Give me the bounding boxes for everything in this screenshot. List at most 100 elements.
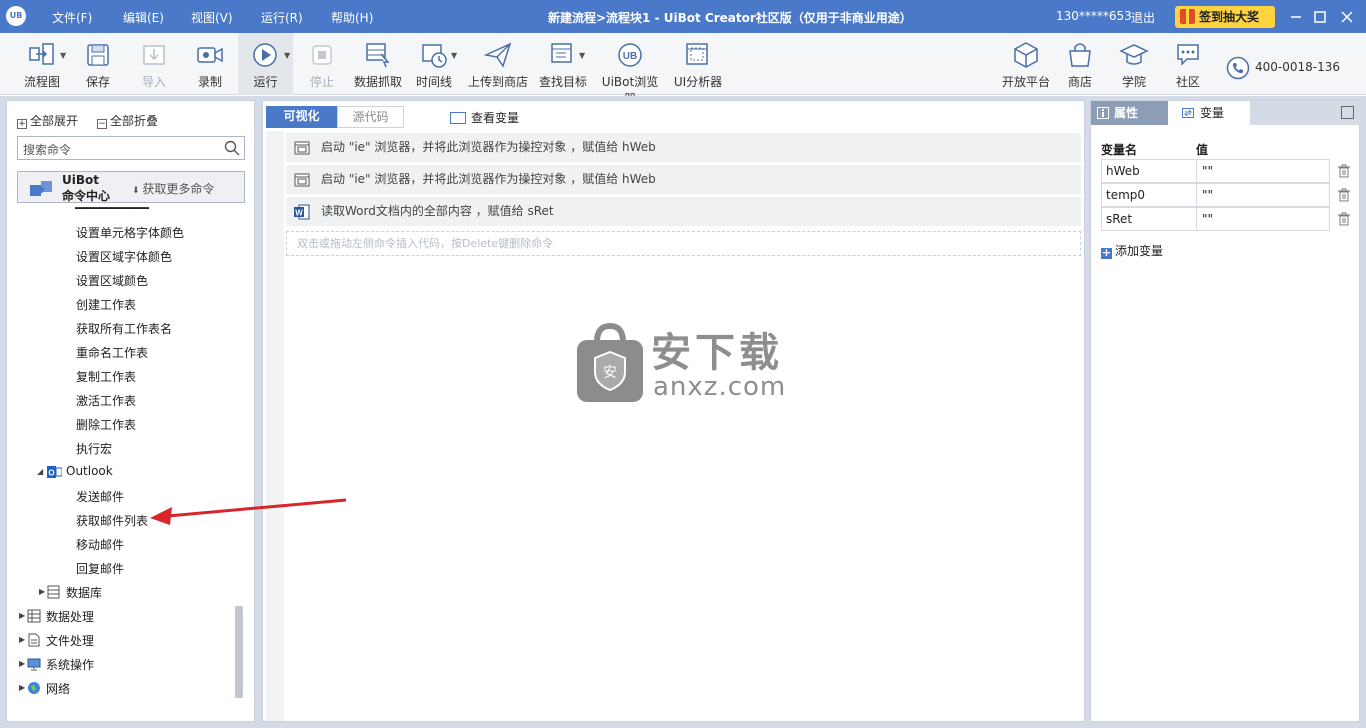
tree-expand-icon[interactable]: ▶: [19, 683, 25, 692]
variable-name[interactable]: sRet: [1102, 208, 1197, 230]
outlook-icon: O: [47, 466, 62, 478]
tree-item-run-macro[interactable]: 执行宏: [76, 440, 112, 457]
tree-item-set-range-font-color[interactable]: 设置区域字体颜色: [76, 248, 172, 265]
variable-name[interactable]: hWeb: [1102, 160, 1197, 182]
upload-store-button[interactable]: 上传到商店: [467, 33, 529, 95]
record-button[interactable]: 录制: [194, 33, 226, 95]
close-button[interactable]: [1334, 4, 1360, 30]
variable-row[interactable]: sRet "": [1101, 207, 1330, 231]
flowchart-button[interactable]: 流程图 ▼: [20, 33, 66, 95]
tree-group-data-processing[interactable]: 数据处理: [46, 608, 94, 625]
data-scrape-icon: [366, 43, 390, 68]
command-row[interactable]: 启动 "ie" 浏览器，并将此浏览器作为操控对象 ，赋值给 hWeb: [286, 133, 1081, 162]
tree-item-copy-sheet[interactable]: 复制工作表: [76, 368, 136, 385]
menu-edit[interactable]: 编辑(E): [123, 9, 164, 26]
import-icon: [143, 45, 165, 65]
timeline-button[interactable]: 时间线 ▼: [414, 33, 457, 95]
command-row[interactable]: 启动 "ie" 浏览器，并将此浏览器作为操控对象 ，赋值给 hWeb: [286, 165, 1081, 194]
menu-help[interactable]: 帮助(H): [331, 9, 373, 26]
tree-expand-icon[interactable]: ▶: [19, 635, 25, 644]
tree-item-reply-email[interactable]: 回复邮件: [76, 560, 124, 577]
tree-group-system-ops[interactable]: 系统操作: [46, 656, 94, 673]
tab-properties[interactable]: 属性: [1091, 101, 1168, 125]
tree-item-send-email[interactable]: 发送邮件: [76, 488, 124, 505]
tree-item-get-email-list[interactable]: 获取邮件列表: [76, 512, 148, 529]
command-row[interactable]: W 读取Word文档内的全部内容 ，赋值给 sRet: [286, 197, 1081, 226]
tree-item-set-cell-font-color[interactable]: 设置单元格字体颜色: [76, 224, 184, 241]
variable-value[interactable]: "": [1202, 208, 1213, 230]
academy-button[interactable]: 学院: [1118, 33, 1150, 95]
open-platform-button[interactable]: 开放平台: [1000, 33, 1052, 95]
variable-value[interactable]: "": [1202, 184, 1213, 206]
uibot-browser-button[interactable]: UB UiBot浏览器: [596, 33, 664, 106]
panel-scrollbar[interactable]: [235, 606, 243, 698]
svg-text:UB: UB: [623, 51, 637, 62]
find-target-button[interactable]: 查找目标 ▼: [537, 33, 589, 95]
menu-run[interactable]: 运行(R): [261, 9, 303, 26]
run-button[interactable]: 运行 ▼: [238, 33, 293, 95]
tree-item-rename-sheet[interactable]: 重命名工作表: [76, 344, 148, 361]
search-icon[interactable]: [224, 140, 240, 156]
expand-all-label: 全部展开: [30, 114, 79, 128]
menu-file[interactable]: 文件(F): [52, 9, 92, 26]
variable-row[interactable]: hWeb "": [1101, 159, 1330, 183]
stop-button[interactable]: 停止: [306, 33, 338, 95]
maximize-button[interactable]: [1307, 4, 1333, 30]
collapse-all-button[interactable]: − 全部折叠: [97, 112, 158, 129]
tree-group-database[interactable]: 数据库: [66, 584, 102, 601]
gift-icon: [1180, 9, 1195, 24]
trash-icon[interactable]: [1337, 212, 1351, 226]
tree-item-create-sheet[interactable]: 创建工作表: [76, 296, 136, 313]
import-button[interactable]: 导入: [138, 33, 170, 95]
store-button[interactable]: 商店: [1064, 33, 1096, 95]
drop-hint-area[interactable]: 双击或拖动左侧命令插入代码，按Delete键删除命令: [286, 231, 1081, 256]
logout-link[interactable]: 退出: [1131, 9, 1155, 26]
ui-analyzer-button[interactable]: UI分析器: [672, 33, 724, 95]
tree-expand-icon[interactable]: ▶: [19, 611, 25, 620]
community-button[interactable]: 社区: [1172, 33, 1204, 95]
community-label: 社区: [1175, 75, 1200, 89]
save-button[interactable]: 保存: [82, 33, 114, 95]
expand-all-button[interactable]: + 全部展开: [17, 112, 78, 129]
tab-variables[interactable]: 变量: [1168, 101, 1250, 125]
add-variable-button[interactable]: + 添加变量: [1101, 242, 1163, 259]
save-icon: [87, 44, 109, 66]
tree-collapse-icon[interactable]: ◢: [37, 467, 43, 476]
tree-group-outlook[interactable]: Outlook: [66, 464, 113, 478]
data-processing-icon: [27, 609, 41, 623]
chevron-down-icon[interactable]: ▼: [284, 51, 290, 60]
tree-item-activate-sheet[interactable]: 激活工作表: [76, 392, 136, 409]
tree-item-set-range-color[interactable]: 设置区域颜色: [76, 272, 148, 289]
puzzle-icon: [30, 181, 52, 196]
command-center-button[interactable]: UiBot 命令中心 ⬇ 获取更多命令: [17, 171, 245, 203]
user-account[interactable]: 130*****653: [1056, 9, 1132, 23]
lottery-button[interactable]: 签到抽大奖: [1175, 6, 1275, 28]
minimize-icon: [1291, 16, 1301, 18]
tree-expand-icon[interactable]: ▶: [39, 587, 45, 596]
command-search-input[interactable]: 搜索命令: [17, 136, 245, 160]
chevron-down-icon[interactable]: ▼: [579, 51, 585, 60]
variable-name[interactable]: temp0: [1102, 184, 1197, 206]
tree-item-delete-sheet[interactable]: 删除工作表: [76, 416, 136, 433]
chevron-down-icon[interactable]: ▼: [60, 51, 66, 60]
popout-icon[interactable]: [1341, 106, 1354, 119]
file-icon: [28, 633, 40, 647]
tree-group-network[interactable]: 网络: [46, 680, 70, 697]
tab-source[interactable]: 源代码: [337, 106, 404, 128]
menu-view[interactable]: 视图(V): [191, 9, 233, 26]
tree-expand-icon[interactable]: ▶: [19, 659, 25, 668]
data-scrape-button[interactable]: 数据抓取: [352, 33, 404, 95]
tree-item-move-email[interactable]: 移动邮件: [76, 536, 124, 553]
get-more-commands[interactable]: ⬇ 获取更多命令: [132, 180, 214, 197]
variable-row[interactable]: temp0 "": [1101, 183, 1330, 207]
tree-group-file-processing[interactable]: 文件处理: [46, 632, 94, 649]
minimize-button[interactable]: [1283, 4, 1309, 30]
trash-icon[interactable]: [1337, 164, 1351, 178]
trash-icon[interactable]: [1337, 188, 1351, 202]
variable-value[interactable]: "": [1202, 160, 1213, 182]
chevron-down-icon[interactable]: ▼: [451, 51, 457, 60]
tab-visual[interactable]: 可视化: [266, 106, 337, 128]
tree-item-get-all-sheet-names[interactable]: 获取所有工作表名: [76, 320, 172, 337]
view-variables-button[interactable]: 查看变量: [450, 109, 519, 126]
lottery-label: 签到抽大奖: [1199, 10, 1260, 24]
